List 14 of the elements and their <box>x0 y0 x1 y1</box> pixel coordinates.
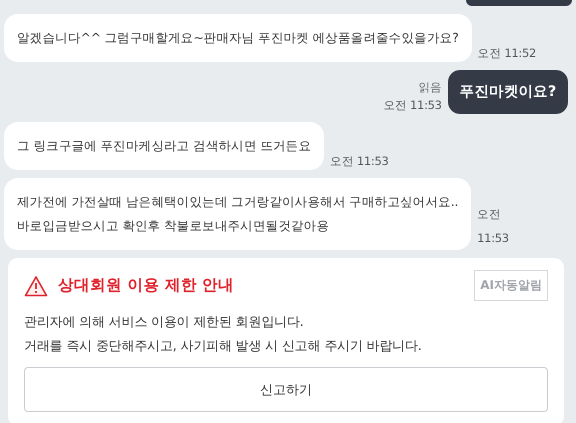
message-time: 오전 11:53 <box>330 153 389 170</box>
message-bubble: 알겠습니다^^ 그럼구매할게요~판매자님 푸진마켓 에상품올려줄수있을가요? <box>4 14 472 62</box>
message-time: 오전 11:53 <box>477 206 510 247</box>
message-time: 오전 11:53 <box>383 97 442 114</box>
notice-text: 관리자에 의해 서비스 이용이 제한된 회원입니다. 거래를 즉시 중단해주시고, 사기피해 발생 시 신고해 주시기 바랍니다. <box>24 314 423 356</box>
message-bubble: 제가전에 가전살때 남은혜택이있는데 그거랑같이사용해서 구매하고싶어서요.. 바로입금받으시고 확인후 착불로보내주시면될것같아용 <box>4 178 472 250</box>
read-label: 읽음 <box>418 79 442 96</box>
message-time: 오전 11:52 <box>478 45 536 62</box>
warning-icon <box>24 274 48 296</box>
report-button[interactable]: 신고하기 <box>24 367 548 412</box>
notice-title: 상대회원 이용 제한 안내 <box>58 275 236 296</box>
message-bubble: 푸진마켓이요? <box>448 70 568 114</box>
ai-badge: AI자동알림 <box>474 270 548 301</box>
message-bubble: 그 링크구글에 푸진마케싱라고 검색하시면 뜨거든요 <box>4 122 324 170</box>
